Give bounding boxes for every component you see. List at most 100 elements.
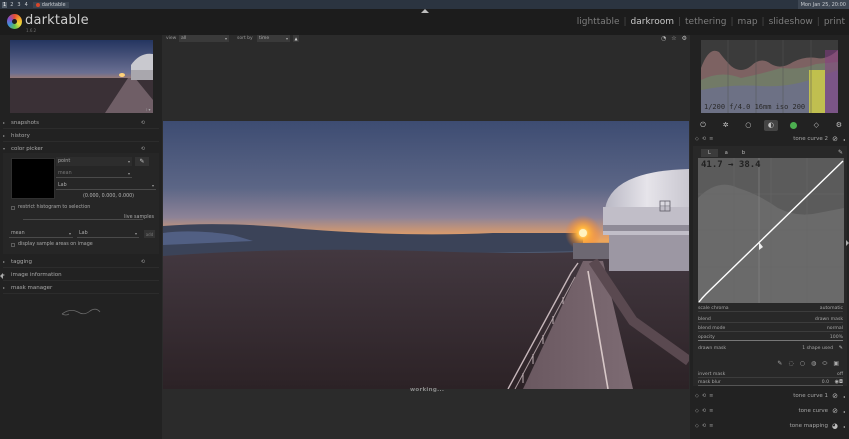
mask-blur-slider[interactable]: mask blur 0.0 ◉◘ (698, 378, 843, 386)
section-snapshots[interactable]: ▸ snapshots ⟲ (3, 117, 159, 129)
scale-chroma-combo[interactable]: scale chroma automatic (698, 304, 843, 312)
workspace-1[interactable]: 1 (2, 1, 8, 8)
edit-mask-icon[interactable]: ✎ (839, 345, 843, 351)
param-value: 1 shape used (802, 345, 833, 351)
tab-l[interactable]: L (701, 149, 718, 157)
invert-mask-combo[interactable]: invert mask off (698, 370, 843, 378)
multi-instance-icon[interactable]: ◇ (695, 393, 699, 399)
sample-colorspace-combo[interactable]: Lab ▾ (77, 229, 139, 238)
workspace-2[interactable]: 2 (9, 2, 14, 8)
module-enable-icon[interactable]: ◕ (832, 422, 838, 430)
reset-icon[interactable]: ⟲ (702, 423, 706, 429)
reset-icon[interactable]: ⟲ (702, 136, 706, 142)
view-map[interactable]: map (738, 17, 758, 27)
module-tone-curve-header[interactable]: ◇ ⟲ ≡ tone curve ⊘ ◂ (693, 405, 847, 417)
multi-instance-icon[interactable]: ◇ (695, 423, 699, 429)
workspace-switcher[interactable]: 1 2 3 4 (0, 1, 29, 8)
circle-shape-icon[interactable]: ○ (800, 360, 805, 368)
multi-instance-icon[interactable]: ◇ (695, 408, 699, 414)
module-tone-mapping-header[interactable]: ◇ ⟲ ≡ tone mapping ◕ ◂ (693, 420, 847, 432)
presets-icon[interactable]: ≡ (709, 393, 713, 399)
section-tagging[interactable]: ▸ tagging ⟲ (3, 256, 159, 268)
tab-a[interactable]: a (718, 149, 735, 157)
presets-icon[interactable]: ≡ (709, 423, 713, 429)
multi-instance-icon[interactable]: ◇ (695, 136, 699, 142)
gradient-shape-icon[interactable]: ◍ (811, 360, 816, 368)
expand-arrow-icon[interactable]: ◂ (843, 424, 845, 429)
workspace-3[interactable]: 3 (16, 2, 21, 8)
module-enable-icon[interactable]: ⊘ (832, 135, 838, 143)
color-picker-icon[interactable]: ✎ (838, 149, 843, 156)
presets-icon[interactable]: ≡ (709, 136, 713, 142)
sort-direction-button[interactable]: ▲ (293, 35, 299, 42)
color-assessment-icon[interactable]: ◔ (661, 35, 666, 42)
workspace-4[interactable]: 4 (24, 2, 29, 8)
sample-stat-combo[interactable]: mean ▾ (9, 229, 73, 238)
section-image-information[interactable]: ▸ image information (3, 269, 159, 281)
reset-icon[interactable]: ⟲ (141, 120, 145, 126)
picker-mode-combo[interactable]: point ▾ (56, 157, 132, 166)
section-label: color picker (11, 145, 43, 152)
restrict-histogram-toggle[interactable]: restrict histogram to selection (11, 205, 90, 210)
drawn-mask-row[interactable]: drawn mask 1 shape used ✎ (698, 344, 843, 352)
picker-colorspace-combo[interactable]: Lab ▾ (56, 181, 156, 190)
blend-combo[interactable]: blend drawn mask (698, 315, 843, 323)
tab-b[interactable]: b (735, 149, 752, 157)
view-slideshow[interactable]: slideshow (769, 17, 813, 27)
navigation-zoom-menu[interactable]: ⁝ ▾ (146, 107, 151, 112)
reset-icon[interactable]: ⟲ (702, 408, 706, 414)
group-favourites-icon[interactable]: ✲ (719, 120, 733, 131)
ellipse-shape-icon[interactable]: ⬭ (822, 360, 827, 368)
reset-icon[interactable]: ⟲ (141, 259, 145, 265)
reset-icon[interactable]: ⟲ (141, 146, 145, 152)
opacity-slider[interactable]: opacity 100% (698, 333, 843, 341)
collapse-left-panel-arrow-icon[interactable] (0, 273, 3, 279)
checkbox[interactable] (11, 205, 15, 210)
group-correct-icon[interactable]: ◇ (809, 120, 823, 131)
taskbar-darktable[interactable]: darktable (32, 1, 69, 8)
group-color-icon[interactable] (787, 120, 801, 131)
module-enable-icon[interactable]: ⊘ (832, 392, 838, 400)
expand-arrow-icon[interactable]: ◂ (843, 409, 845, 414)
favorite-star-icon[interactable]: ☆ (671, 35, 676, 42)
main-image[interactable] (163, 121, 689, 389)
path-shape-icon[interactable]: ✎ (777, 360, 782, 368)
display-sample-areas-toggle[interactable]: display sample areas on image (11, 242, 93, 247)
navigation-thumbnail[interactable] (10, 40, 153, 113)
group-tone-icon[interactable]: ◐ (763, 119, 778, 131)
view-lighttable[interactable]: lighttable (577, 17, 620, 27)
darktable-task-icon (35, 2, 40, 7)
opacity-slider-track[interactable] (698, 340, 843, 341)
picker-stat-combo[interactable]: mean ▾ (56, 169, 132, 178)
module-tone-curve-1-header[interactable]: ◇ ⟲ ≡ tone curve 1 ⊘ ◂ (693, 390, 847, 402)
collapse-top-panel-arrow-icon[interactable] (421, 9, 429, 13)
group-basic-icon[interactable]: ○ (741, 120, 755, 131)
checkbox[interactable] (11, 242, 15, 247)
collapse-arrow-icon[interactable]: ◂ (843, 137, 845, 142)
add-sample-button[interactable]: add (144, 230, 155, 238)
reset-icon[interactable]: ⟲ (702, 393, 706, 399)
show-mask-icon[interactable]: ▣ (833, 360, 839, 368)
preferences-gear-icon[interactable]: ⚙ (682, 35, 687, 42)
module-enable-icon[interactable]: ⊘ (832, 407, 838, 415)
app-header: darktable 1.6.2 lighttable | darkroom | … (0, 9, 849, 35)
group-power-icon[interactable]: ⏻ (696, 120, 710, 131)
expand-arrow-icon[interactable]: ◂ (843, 394, 845, 399)
presets-icon[interactable]: ≡ (709, 408, 713, 414)
view-darkroom[interactable]: darkroom (631, 17, 674, 27)
histogram[interactable]: 1/200 f/4.0 16mm iso 200 (701, 40, 838, 113)
view-tethering[interactable]: tethering (685, 17, 726, 27)
mask-blur-slider-track[interactable] (698, 385, 843, 386)
blend-mode-combo[interactable]: blend mode normal (698, 324, 843, 332)
section-history[interactable]: ▸ history (3, 130, 159, 142)
eyedropper-icon[interactable]: ✎ (135, 157, 149, 166)
module-tone-curve-2-header[interactable]: ◇ ⟲ ≡ tone curve 2 ⊘ ◂ (693, 133, 847, 145)
section-mask-manager[interactable]: ▸ mask manager (3, 282, 159, 294)
view-print[interactable]: print (824, 17, 845, 27)
sort-combo[interactable]: time ▾ (257, 35, 290, 42)
group-effect-icon[interactable]: ⚙ (832, 120, 846, 131)
clock[interactable]: Mon Jan 25, 20:00 (797, 0, 849, 9)
tone-curve-graph[interactable]: 41.7 → 38.4 (698, 158, 844, 303)
brush-shape-icon[interactable]: ◌ (788, 360, 793, 368)
view-filter-combo[interactable]: all ▾ (179, 35, 229, 42)
